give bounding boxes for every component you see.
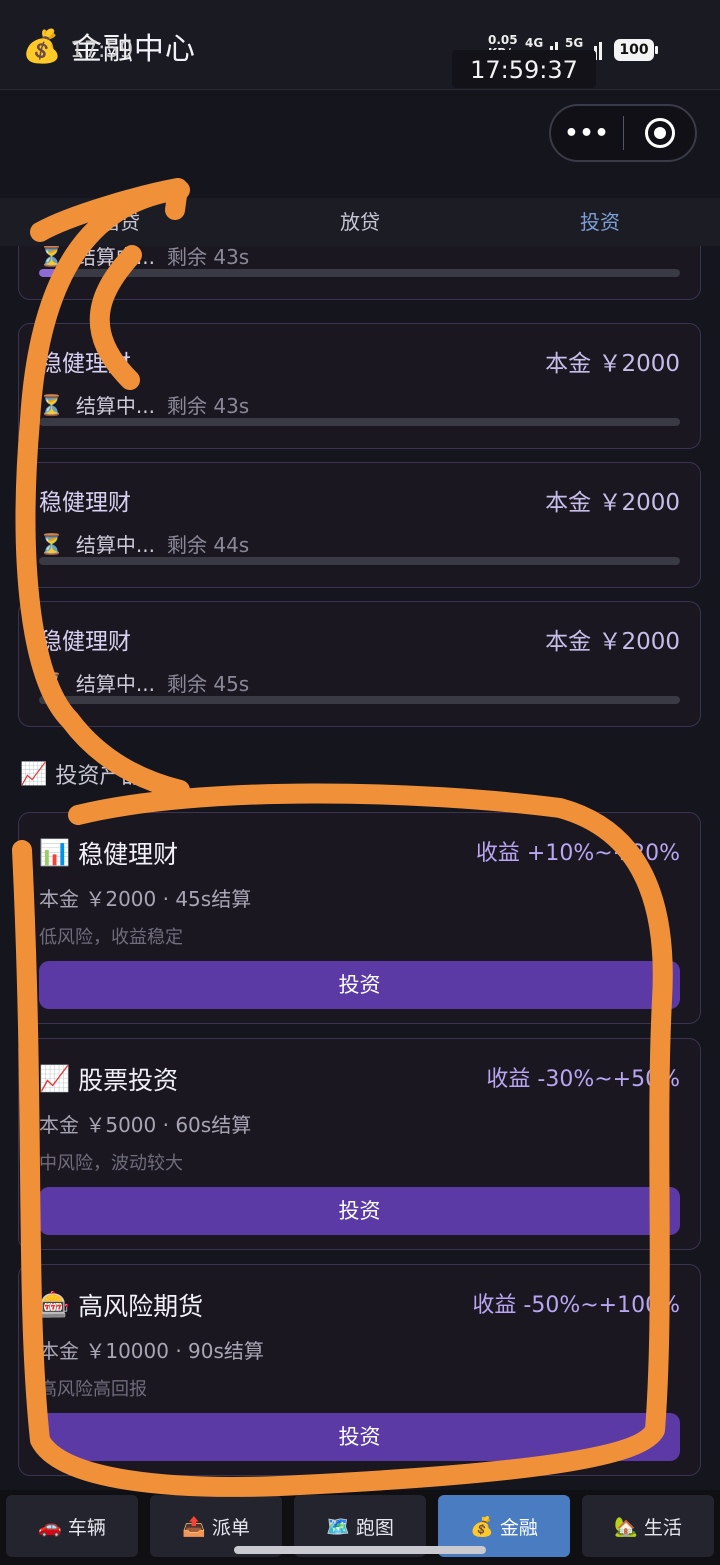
product-info: 本金 ￥5000 · 60s结算 [39, 1113, 252, 1137]
settlement-progress-bar [39, 557, 680, 565]
product-name-text: 高风险期货 [78, 1292, 204, 1321]
nav-label: 车辆 [67, 1516, 106, 1539]
nav-label: 金融 [499, 1516, 538, 1539]
nav-label: 生活 [643, 1516, 682, 1539]
product-yield: 收益 +10%~+20% [475, 841, 680, 866]
header: 💰 金融中心 17:59 0.05KB/s 4G 5G 100 17:59:37 [0, 0, 720, 90]
car-icon: 🚗 [38, 1515, 62, 1538]
network-type-5g: 5G [565, 36, 584, 50]
settlement-status: ⏳ 结算中... 剩余 44s [39, 529, 249, 558]
nav-label: 跑图 [355, 1516, 394, 1539]
house-icon: 🏡 [614, 1515, 638, 1538]
close-target-icon [644, 118, 675, 148]
money-bag-icon: 💰 [470, 1515, 494, 1538]
invest-button[interactable]: 投资 [39, 1413, 680, 1461]
investment-principal: 本金 ￥2000 [545, 351, 680, 377]
settlement-text: 结算中... [75, 246, 155, 269]
product-yield: 收益 -30%~+50% [486, 1067, 680, 1092]
invest-button[interactable]: 投资 [39, 1187, 680, 1235]
active-investment-card: 稳健理财 本金 ￥2000 ⏳ 结算中... 剩余 45s [18, 601, 701, 727]
investment-name: 稳健理财 [39, 351, 131, 377]
investment-name: 稳健理财 [39, 629, 131, 655]
hourglass-icon: ⏳ [39, 670, 64, 695]
tab-borrow[interactable]: 借贷 [0, 198, 240, 246]
investment-principal: 本金 ￥2000 [545, 629, 680, 655]
product-name-text: 股票投资 [78, 1066, 179, 1095]
product-card-futures: 🎰 高风险期货 收益 -50%~+100% 本金 ￥10000 · 90s结算 … [18, 1264, 701, 1476]
active-investment-card: 稳健理财 本金 ￥2000 ⏳ 结算中... 剩余 43s [18, 323, 701, 449]
finance-tabs: 借贷 放贷 投资 [0, 198, 720, 246]
hourglass-icon: ⏳ [39, 531, 64, 556]
nav-label: 派单 [211, 1516, 250, 1539]
product-name: 📈 股票投资 [39, 1061, 178, 1097]
settlement-text: 结算中... [75, 672, 155, 696]
more-menu-button[interactable]: ••• [551, 121, 623, 146]
status-time: 17:59 [70, 38, 134, 63]
product-name: 📊 稳健理财 [39, 835, 178, 871]
clock-overlay: 17:59:37 [452, 50, 596, 88]
money-bag-icon: 💰 [22, 27, 62, 65]
product-yield: 收益 -50%~+100% [472, 1293, 680, 1318]
map-icon: 🗺️ [326, 1515, 350, 1538]
settlement-status: ⏳ 结算中... 剩余 43s [39, 246, 249, 270]
product-desc: 低风险，收益稳定 [39, 927, 183, 948]
bar-chart-icon: 📊 [39, 838, 71, 867]
tab-lend[interactable]: 放贷 [240, 198, 480, 246]
outbox-icon: 📤 [182, 1515, 206, 1538]
slot-machine-icon: 🎰 [39, 1290, 71, 1319]
investment-name: 稳健理财 [39, 490, 131, 516]
remaining-time: 剩余 45s [166, 672, 250, 696]
battery-icon: 100 [614, 39, 658, 61]
settlement-progress-bar [39, 696, 680, 704]
tab-invest[interactable]: 投资 [480, 198, 720, 246]
product-desc: 高风险高回报 [39, 1379, 147, 1400]
home-indicator [234, 1546, 486, 1554]
settlement-progress-bar [39, 269, 680, 277]
settlement-status: ⏳ 结算中... 剩余 43s [39, 390, 249, 419]
active-investment-card: ⏳ 结算中... 剩余 43s [18, 246, 701, 300]
chart-up-icon: 📈 [20, 761, 48, 787]
close-button[interactable] [624, 118, 695, 148]
product-card-stock: 📈 股票投资 收益 -30%~+50% 本金 ￥5000 · 60s结算 中风险… [18, 1038, 701, 1250]
hourglass-icon: ⏳ [39, 246, 64, 268]
mini-program-capsule: ••• [549, 104, 697, 162]
remaining-time: 剩余 43s [166, 246, 250, 269]
section-title-products: 📈 投资产品 [20, 758, 143, 790]
invest-content[interactable]: ⏳ 结算中... 剩余 43s 稳健理财 本金 ￥2000 ⏳ 结算中... 剩… [0, 246, 720, 1490]
settlement-progress-bar [39, 418, 680, 426]
active-investment-card: 稳健理财 本金 ￥2000 ⏳ 结算中... 剩余 44s [18, 462, 701, 588]
remaining-time: 剩余 44s [166, 533, 250, 557]
settlement-status: ⏳ 结算中... 剩余 45s [39, 668, 249, 697]
investment-principal: 本金 ￥2000 [545, 490, 680, 516]
product-name: 🎰 高风险期货 [39, 1287, 203, 1323]
remaining-time: 剩余 43s [166, 394, 250, 418]
nav-life[interactable]: 🏡 生活 [582, 1495, 714, 1557]
section-title-text: 投资产品 [55, 764, 144, 789]
product-name-text: 稳健理财 [78, 840, 179, 869]
product-info: 本金 ￥2000 · 45s结算 [39, 887, 252, 911]
product-card-stable: 📊 稳健理财 收益 +10%~+20% 本金 ￥2000 · 45s结算 低风险… [18, 812, 701, 1024]
nav-vehicles[interactable]: 🚗 车辆 [6, 1495, 138, 1557]
invest-button[interactable]: 投资 [39, 961, 680, 1009]
finance-center-page: 💰 金融中心 17:59 0.05KB/s 4G 5G 100 17:59:37… [0, 0, 720, 1565]
settlement-text: 结算中... [75, 394, 155, 418]
progress-fill [39, 269, 72, 277]
product-desc: 中风险，波动较大 [39, 1153, 183, 1174]
settlement-text: 结算中... [75, 533, 155, 557]
chart-up-icon: 📈 [39, 1064, 71, 1093]
product-info: 本金 ￥10000 · 90s结算 [39, 1339, 264, 1363]
hourglass-icon: ⏳ [39, 392, 64, 417]
